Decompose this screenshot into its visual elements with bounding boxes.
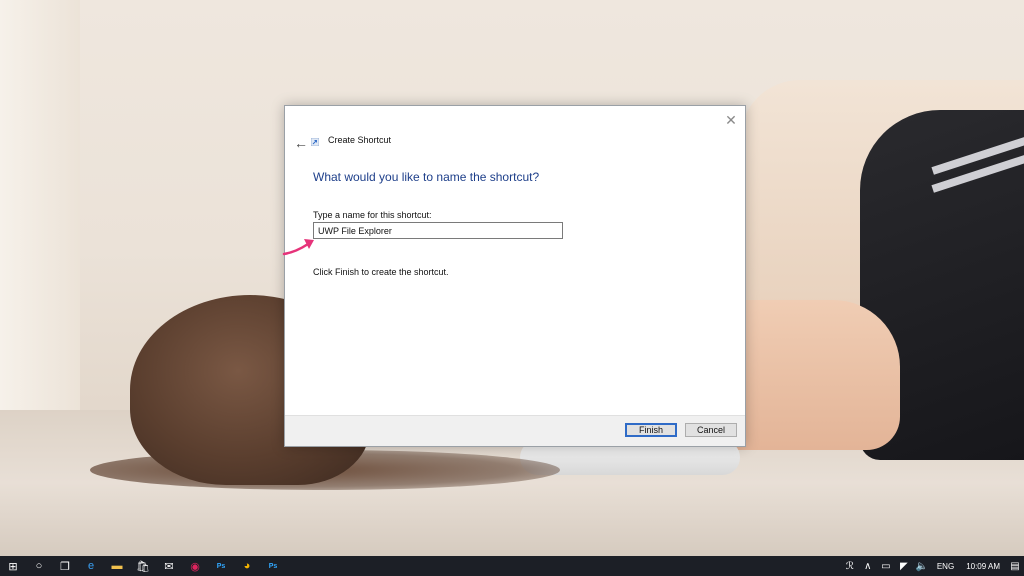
language-indicator[interactable]: ENG — [931, 562, 960, 571]
start-icon[interactable]: ⊞ — [0, 556, 26, 576]
store-icon[interactable]: 🛍 — [130, 556, 156, 576]
chevron-up-icon[interactable]: ∧ — [859, 556, 877, 576]
battery-icon[interactable]: ▭ — [877, 556, 895, 576]
cortana-icon[interactable]: ○ — [26, 556, 52, 576]
volume-icon[interactable]: 🔈 — [913, 556, 931, 576]
shortcut-name-input[interactable] — [313, 222, 563, 239]
edge-icon[interactable]: e — [78, 556, 104, 576]
wizard-title: Create Shortcut — [328, 135, 392, 145]
clock[interactable]: 10:09 AM — [960, 562, 1006, 571]
finish-button[interactable]: Finish — [625, 423, 677, 437]
back-button[interactable]: ← — [291, 134, 311, 152]
close-icon: ✕ — [725, 111, 737, 128]
dialog-footer: Finish Cancel — [285, 415, 745, 446]
chrome-icon[interactable]: ◕ — [234, 556, 260, 576]
wallpaper-wall — [0, 0, 80, 420]
back-arrow-icon: ← — [294, 135, 308, 151]
photoshop-icon[interactable]: Ps — [208, 556, 234, 576]
shortcut-name-label: Type a name for this shortcut: — [313, 210, 432, 220]
photoshop-icon-2[interactable]: Ps — [260, 556, 286, 576]
create-shortcut-dialog: ✕ ← Create Shortcut What would you like … — [284, 105, 746, 447]
cancel-button[interactable]: Cancel — [685, 423, 737, 437]
shortcut-wizard-icon — [311, 138, 319, 146]
taskbar: ⊞ ○ ❐ e ▬ 🛍 ✉ ◉ Ps ◕ Ps ℛ ∧ ▭ ◤ 🔈 ENG 10:09 AM ▤ — [0, 556, 1024, 576]
page-heading: What would you like to name the shortcut… — [313, 170, 540, 184]
app-red-icon[interactable]: ◉ — [182, 556, 208, 576]
taskbar-apps: ⊞ ○ ❐ e ▬ 🛍 ✉ ◉ Ps ◕ Ps — [0, 556, 286, 576]
people-icon[interactable]: ℛ — [841, 556, 859, 576]
notifications-icon[interactable]: ▤ — [1006, 556, 1024, 576]
system-tray: ℛ ∧ ▭ ◤ 🔈 ENG 10:09 AM ▤ — [841, 556, 1024, 576]
network-icon[interactable]: ◤ — [895, 556, 913, 576]
file-explorer-icon[interactable]: ▬ — [104, 556, 130, 576]
task-view-icon[interactable]: ❐ — [52, 556, 78, 576]
annotation-arrow-icon — [282, 239, 314, 256]
finish-hint: Click Finish to create the shortcut. — [313, 267, 449, 277]
close-button[interactable]: ✕ — [721, 110, 741, 130]
mail-icon[interactable]: ✉ — [156, 556, 182, 576]
